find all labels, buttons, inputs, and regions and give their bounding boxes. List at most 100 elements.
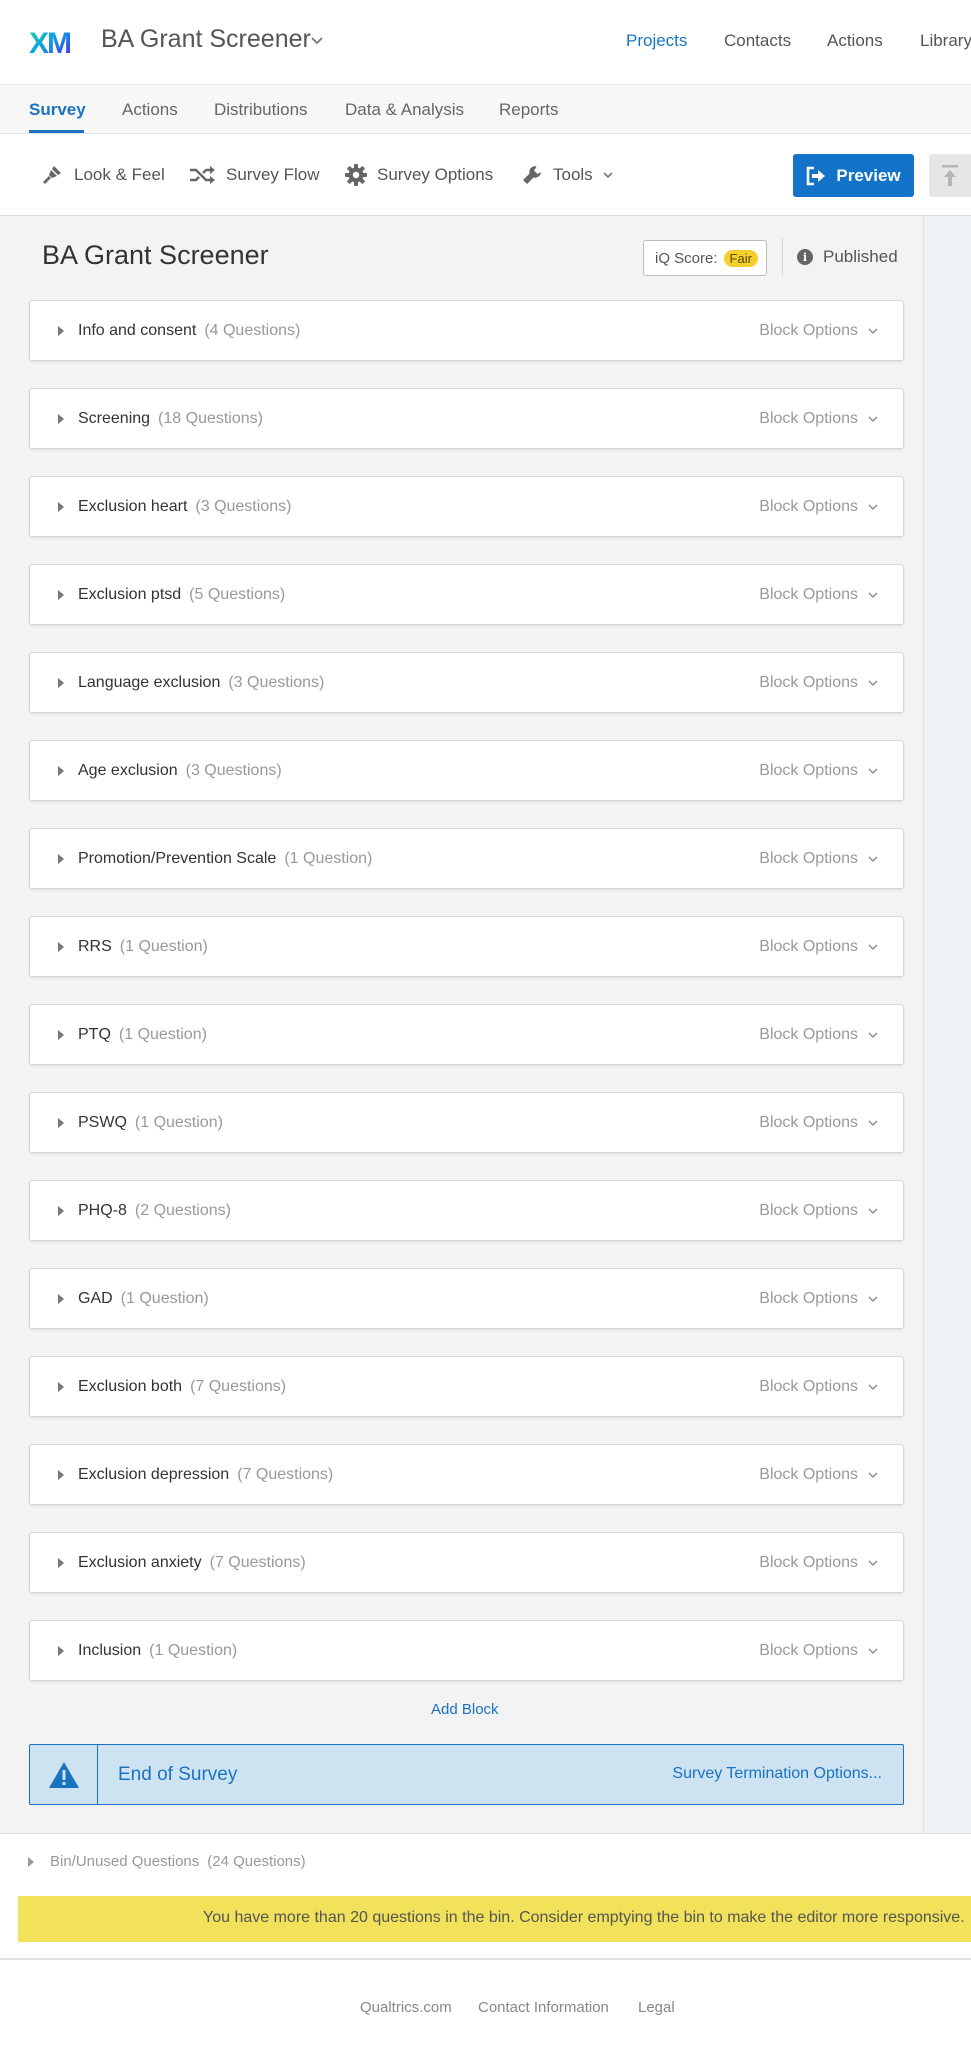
caret-right-icon[interactable]: [58, 942, 64, 952]
caret-right-icon[interactable]: [58, 1294, 64, 1304]
wrench-icon: [523, 166, 541, 184]
bin-toggle[interactable]: Bin/Unused Questions (24 Questions): [28, 1853, 306, 1870]
footer-link-qualtrics[interactable]: Qualtrics.com: [360, 1999, 452, 2016]
block-name[interactable]: PHQ-8 (2 Questions): [78, 1202, 231, 1220]
block-name[interactable]: Info and consent (4 Questions): [78, 322, 300, 340]
caret-right-icon[interactable]: [58, 414, 64, 424]
block-name[interactable]: Language exclusion (3 Questions): [78, 674, 324, 692]
caret-right-icon[interactable]: [58, 678, 64, 688]
survey-block[interactable]: Screening (18 Questions) Block Options: [29, 388, 904, 449]
block-question-count: (3 Questions): [185, 762, 282, 779]
block-title: GAD: [78, 1290, 113, 1307]
caret-right-icon[interactable]: [58, 1646, 64, 1656]
block-name[interactable]: Screening (18 Questions): [78, 410, 263, 428]
survey-block[interactable]: RRS (1 Question) Block Options: [29, 916, 904, 977]
survey-block[interactable]: GAD (1 Question) Block Options: [29, 1268, 904, 1329]
tools-menu-button[interactable]: Tools: [521, 163, 615, 187]
block-name[interactable]: Inclusion (1 Question): [78, 1642, 237, 1660]
add-block-link[interactable]: Add Block: [431, 1701, 499, 1718]
block-options-menu[interactable]: Block Options: [759, 498, 879, 516]
block-options-menu[interactable]: Block Options: [759, 850, 879, 868]
survey-flow-button[interactable]: Survey Flow: [188, 163, 320, 187]
survey-block[interactable]: Info and consent (4 Questions) Block Optio…: [29, 300, 904, 361]
tab-actions[interactable]: Actions: [122, 100, 178, 120]
caret-right-icon[interactable]: [58, 854, 64, 864]
survey-block[interactable]: Language exclusion (3 Questions) Block Opt…: [29, 652, 904, 713]
footer-link-contact[interactable]: Contact Information: [478, 1999, 609, 2016]
caret-right-icon[interactable]: [58, 766, 64, 776]
preview-button[interactable]: Preview: [793, 154, 914, 197]
block-options-label: Block Options: [759, 1026, 858, 1043]
iq-score-button[interactable]: iQ Score: Fair: [643, 240, 767, 276]
nav-contacts[interactable]: Contacts: [724, 31, 791, 51]
block-options-menu[interactable]: Block Options: [759, 322, 879, 340]
block-options-menu[interactable]: Block Options: [759, 762, 879, 780]
caret-right-icon[interactable]: [58, 1118, 64, 1128]
right-rail: [923, 216, 971, 1833]
block-options-menu[interactable]: Block Options: [759, 1554, 879, 1572]
block-options-menu[interactable]: Block Options: [759, 1114, 879, 1132]
footer-link-legal[interactable]: Legal: [638, 1999, 675, 2016]
block-options-menu[interactable]: Block Options: [759, 1290, 879, 1308]
survey-block[interactable]: Exclusion depression (7 Questions) Block O…: [29, 1444, 904, 1505]
caret-right-icon[interactable]: [58, 1382, 64, 1392]
tab-data-analysis[interactable]: Data & Analysis: [345, 100, 464, 120]
survey-block[interactable]: Exclusion heart (3 Questions) Block Option…: [29, 476, 904, 537]
block-options-menu[interactable]: Block Options: [759, 1026, 879, 1044]
caret-right-icon[interactable]: [58, 502, 64, 512]
block-options-menu[interactable]: Block Options: [759, 674, 879, 692]
block-options-menu[interactable]: Block Options: [759, 1642, 879, 1660]
survey-block[interactable]: PSWQ (1 Question) Block Options: [29, 1092, 904, 1153]
survey-block[interactable]: Inclusion (1 Question) Block Options: [29, 1620, 904, 1681]
block-name[interactable]: RRS (1 Question): [78, 938, 208, 956]
tab-survey[interactable]: Survey: [29, 100, 86, 120]
tab-reports[interactable]: Reports: [499, 100, 559, 120]
look-feel-button[interactable]: Look & Feel: [40, 163, 165, 187]
caret-right-icon[interactable]: [58, 1470, 64, 1480]
block-name[interactable]: Age exclusion (3 Questions): [78, 762, 282, 780]
survey-block[interactable]: Exclusion both (7 Questions) Block Options: [29, 1356, 904, 1417]
block-name[interactable]: Exclusion heart (3 Questions): [78, 498, 291, 516]
block-name[interactable]: Exclusion both (7 Questions): [78, 1378, 286, 1396]
block-name[interactable]: GAD (1 Question): [78, 1290, 209, 1308]
tab-distributions[interactable]: Distributions: [214, 100, 308, 120]
nav-actions[interactable]: Actions: [827, 31, 883, 51]
block-options-menu[interactable]: Block Options: [759, 1378, 879, 1396]
caret-right-icon[interactable]: [58, 1030, 64, 1040]
project-title[interactable]: BA Grant Screener: [101, 25, 311, 54]
survey-options-button[interactable]: Survey Options: [345, 163, 493, 187]
publish-button[interactable]: [929, 154, 971, 197]
end-of-survey-element[interactable]: End of Survey Survey Termination Options…: [29, 1744, 904, 1805]
block-options-label: Block Options: [759, 498, 858, 515]
tools-label: Tools: [553, 165, 593, 184]
survey-block[interactable]: Exclusion ptsd (5 Questions) Block Options: [29, 564, 904, 625]
nav-library[interactable]: Library: [920, 31, 971, 51]
block-options-menu[interactable]: Block Options: [759, 586, 879, 604]
chevron-down-icon[interactable]: [310, 33, 324, 47]
survey-termination-options-link[interactable]: Survey Termination Options...: [672, 1765, 882, 1783]
block-name[interactable]: Exclusion ptsd (5 Questions): [78, 586, 285, 604]
block-options-menu[interactable]: Block Options: [759, 1202, 879, 1220]
block-name[interactable]: PSWQ (1 Question): [78, 1114, 223, 1132]
caret-right-icon[interactable]: [58, 590, 64, 600]
nav-projects[interactable]: Projects: [626, 31, 687, 51]
block-name[interactable]: PTQ (1 Question): [78, 1026, 207, 1044]
block-name[interactable]: Promotion/Prevention Scale (1 Question): [78, 850, 372, 868]
block-name[interactable]: Exclusion depression (7 Questions): [78, 1466, 333, 1484]
survey-block[interactable]: Age exclusion (3 Questions) Block Options: [29, 740, 904, 801]
caret-right-icon[interactable]: [58, 326, 64, 336]
block-question-count: (1 Question): [119, 938, 208, 955]
survey-block[interactable]: Exclusion anxiety (7 Questions) Block Opti…: [29, 1532, 904, 1593]
caret-right-icon[interactable]: [58, 1558, 64, 1568]
survey-tab-bar: Survey Actions Distributions Data & Anal…: [0, 85, 971, 134]
block-options-menu[interactable]: Block Options: [759, 938, 879, 956]
xm-logo[interactable]: XM: [29, 27, 79, 57]
survey-block[interactable]: PHQ-8 (2 Questions) Block Options: [29, 1180, 904, 1241]
caret-right-icon[interactable]: [58, 1206, 64, 1216]
block-options-menu[interactable]: Block Options: [759, 1466, 879, 1484]
survey-block[interactable]: PTQ (1 Question) Block Options: [29, 1004, 904, 1065]
block-name[interactable]: Exclusion anxiety (7 Questions): [78, 1554, 306, 1572]
survey-block[interactable]: Promotion/Prevention Scale (1 Question) Bl…: [29, 828, 904, 889]
block-options-menu[interactable]: Block Options: [759, 410, 879, 428]
block-question-count: (7 Questions): [237, 1466, 334, 1483]
